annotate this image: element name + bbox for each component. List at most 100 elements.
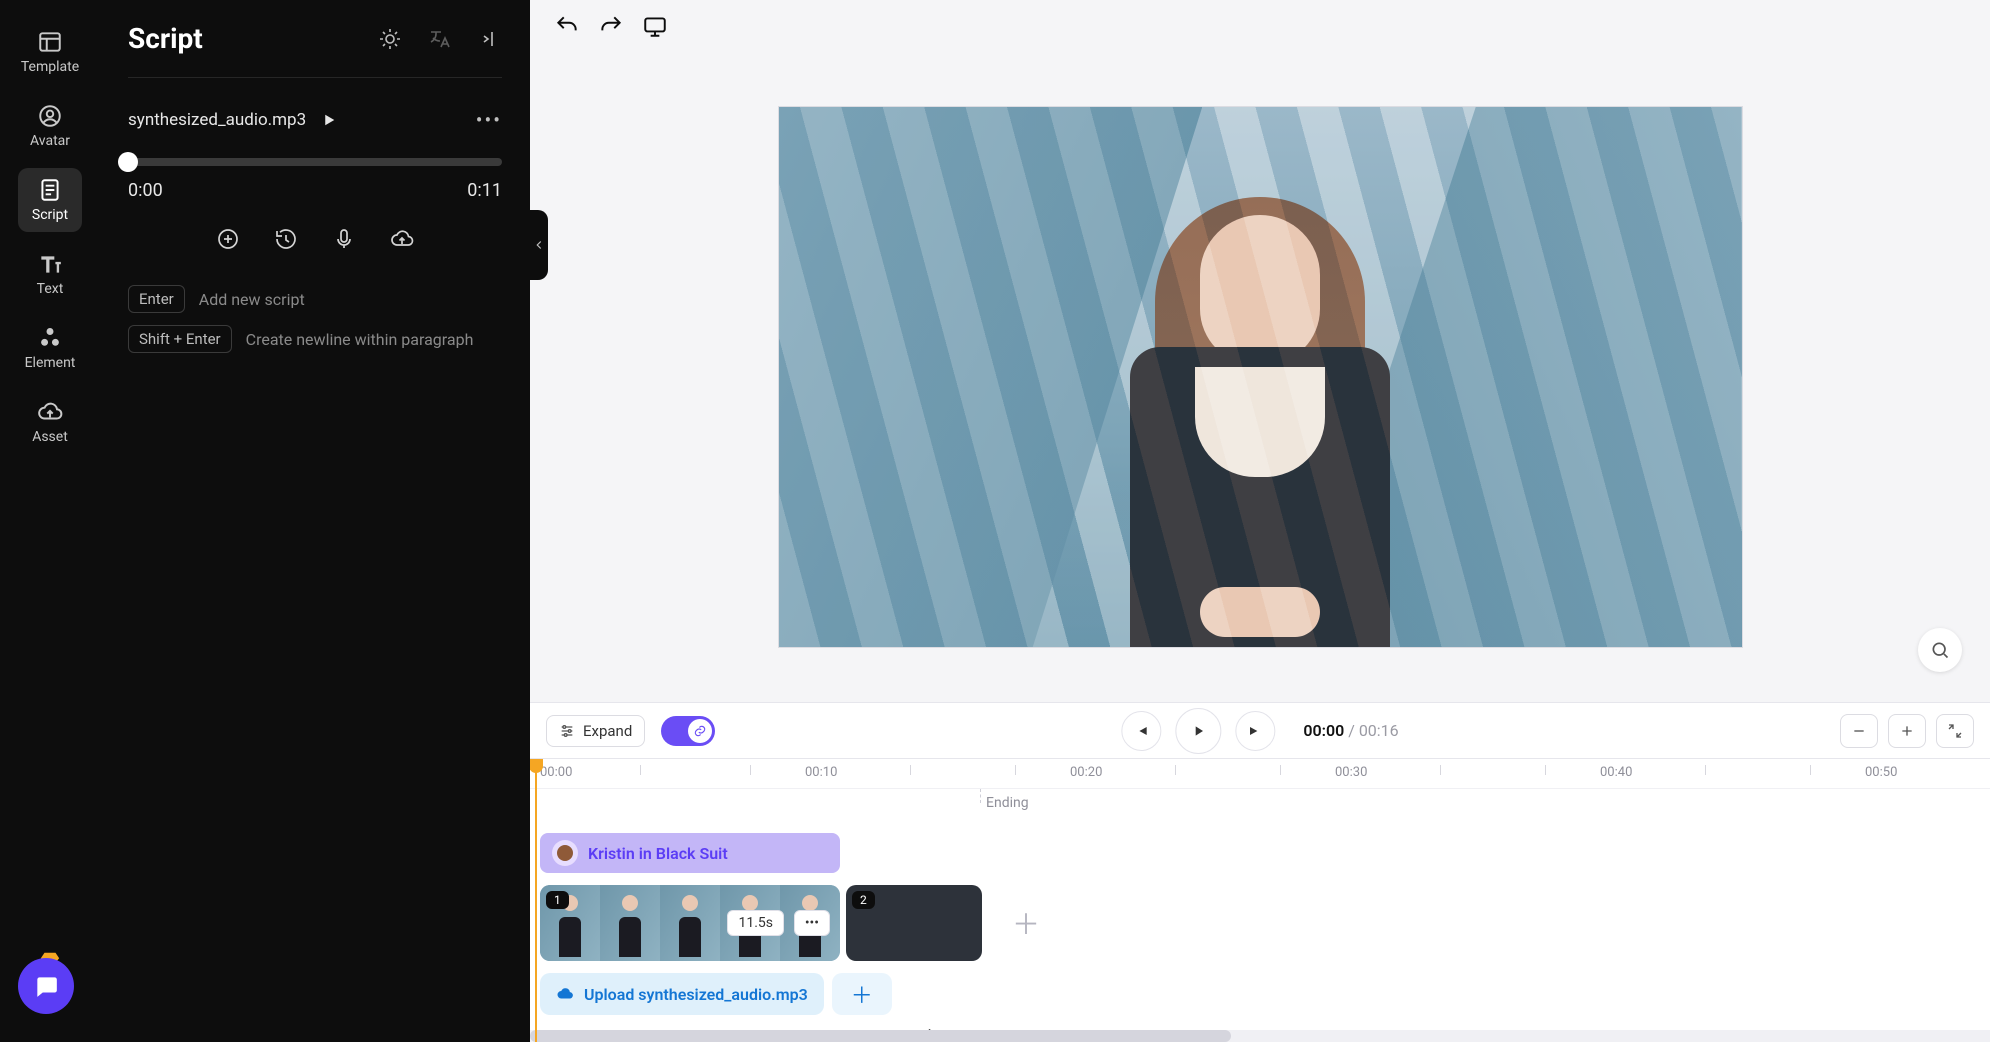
kbd: Enter	[128, 285, 185, 313]
scene-duration: 11.5s	[727, 910, 784, 936]
skip-next-icon	[1247, 723, 1263, 739]
hint-row: Shift + Enter Create newline within para…	[128, 325, 502, 353]
slider-thumb[interactable]	[118, 152, 138, 172]
audio-seek-slider[interactable]	[128, 158, 502, 166]
ruler-minor	[910, 765, 911, 775]
rail-item-element[interactable]: Element	[18, 316, 82, 380]
zoom-in-button[interactable]	[1888, 714, 1926, 748]
time-current: 00:00	[1303, 721, 1344, 740]
add-scene-button[interactable]: ＋	[988, 885, 1064, 961]
cloud-upload-icon[interactable]	[390, 227, 414, 251]
play-icon[interactable]	[320, 111, 338, 129]
toggle-knob	[688, 719, 712, 743]
audio-track-label: Upload synthesized_audio.mp3	[584, 985, 808, 1004]
minus-icon	[1851, 723, 1867, 739]
scrollbar-thumb[interactable]	[530, 1030, 1231, 1042]
hint-text: Create newline within paragraph	[246, 330, 474, 349]
mic-icon[interactable]	[332, 227, 356, 251]
cloud-upload-icon	[556, 985, 574, 1003]
avatar-figure	[1110, 187, 1410, 647]
magnifier-icon	[1930, 640, 1950, 660]
ruler-tick: 00:40	[1600, 765, 1632, 780]
zoom-out-button[interactable]	[1840, 714, 1878, 748]
ruler-tick: 00:10	[805, 765, 837, 780]
audio-filename: synthesized_audio.mp3	[128, 110, 306, 130]
ai-icon[interactable]	[378, 27, 402, 51]
rail-label: Script	[32, 207, 68, 223]
expand-button[interactable]: Expand	[546, 715, 645, 747]
background-decor	[779, 107, 1203, 647]
panel-header: Script	[128, 22, 502, 78]
template-icon	[37, 29, 63, 55]
hint-text: Add new script	[199, 290, 305, 309]
audio-time-total: 0:11	[467, 180, 502, 201]
prev-frame-button[interactable]	[1121, 711, 1161, 751]
rail-label: Avatar	[30, 133, 70, 149]
rail-label: Text	[37, 281, 64, 297]
ruler-minor	[640, 765, 641, 775]
audio-track-clip[interactable]: Upload synthesized_audio.mp3	[540, 973, 824, 1015]
script-panel: Script synthesized_audio.mp3 ••• 0:00 0:…	[100, 0, 530, 1042]
avatar-thumb	[552, 840, 578, 866]
avatar-track-clip[interactable]: Kristin in Black Suit	[540, 833, 840, 873]
avatar-track-label: Kristin in Black Suit	[588, 844, 728, 863]
zoom-fit-button[interactable]	[1918, 628, 1962, 672]
ruler-minor	[1015, 765, 1016, 775]
scene-index-badge: 2	[852, 891, 875, 909]
video-preview[interactable]	[778, 106, 1743, 648]
plus-circle-icon[interactable]	[216, 227, 240, 251]
canvas	[530, 52, 1990, 702]
timeline: Expand 00:00 / 00:16	[530, 702, 1990, 1042]
skip-prev-icon	[1133, 723, 1149, 739]
plus-icon	[1899, 723, 1915, 739]
fit-timeline-button[interactable]	[1936, 714, 1974, 748]
timeline-body: 00:00 00:10 00:20 00:30 00:40 00:50	[530, 759, 1990, 1042]
ruler-minor	[1705, 765, 1706, 775]
background-decor	[1299, 107, 1742, 647]
rail-label: Element	[25, 355, 76, 371]
collapse-right-icon[interactable]	[478, 27, 502, 51]
translate-icon[interactable]	[428, 27, 452, 51]
history-icon[interactable]	[274, 227, 298, 251]
rail-item-template[interactable]: Template	[18, 20, 82, 84]
redo-icon[interactable]	[598, 13, 624, 39]
timeline-controls: Expand 00:00 / 00:16	[530, 703, 1990, 759]
link-icon	[693, 724, 707, 738]
scene-clip-1[interactable]: 1 11.5s •••	[540, 885, 840, 961]
expand-label: Expand	[583, 722, 632, 740]
kbd: Shift + Enter	[128, 325, 232, 353]
chat-button[interactable]	[18, 958, 74, 1014]
undo-icon[interactable]	[554, 13, 580, 39]
link-toggle[interactable]	[661, 716, 715, 746]
rail-item-text[interactable]: Text	[18, 242, 82, 306]
add-audio-button[interactable]: ＋	[832, 973, 892, 1015]
collapse-arrows-icon	[1947, 723, 1963, 739]
time-display: 00:00 / 00:16	[1303, 721, 1398, 740]
play-button[interactable]	[1175, 708, 1221, 754]
playback-cluster: 00:00 / 00:16	[1121, 708, 1398, 754]
rail-item-avatar[interactable]: Avatar	[18, 94, 82, 158]
left-rail: Template Avatar Script Text Element Asse…	[0, 0, 100, 1042]
more-icon[interactable]: •••	[476, 108, 502, 132]
panel-title: Script	[128, 22, 203, 55]
ruler-minor	[1440, 765, 1441, 775]
scene-clip-2[interactable]: 2	[846, 885, 982, 961]
element-icon	[37, 325, 63, 351]
script-icon	[37, 177, 63, 203]
ruler-minor	[1175, 765, 1176, 775]
end-divider	[980, 789, 981, 803]
rail-item-asset[interactable]: Asset	[18, 390, 82, 454]
tracks: Ending Kristin in Black Suit 1 11.5s •••…	[530, 789, 1990, 803]
rail-item-script[interactable]: Script	[18, 168, 82, 232]
scene-index-badge: 1	[546, 891, 569, 909]
device-icon[interactable]	[642, 13, 668, 39]
audio-time-current: 0:00	[128, 180, 163, 201]
sliders-icon	[559, 723, 575, 739]
ruler-tick: 00:20	[1070, 765, 1102, 780]
ruler-tick: 00:30	[1335, 765, 1367, 780]
next-frame-button[interactable]	[1235, 711, 1275, 751]
audio-block: synthesized_audio.mp3 ••• 0:00 0:11 Ente…	[128, 108, 502, 353]
timeline-scrollbar[interactable]	[530, 1030, 1990, 1042]
timeline-ruler[interactable]: 00:00 00:10 00:20 00:30 00:40 00:50	[530, 759, 1990, 789]
scene-menu-button[interactable]: •••	[794, 910, 830, 936]
